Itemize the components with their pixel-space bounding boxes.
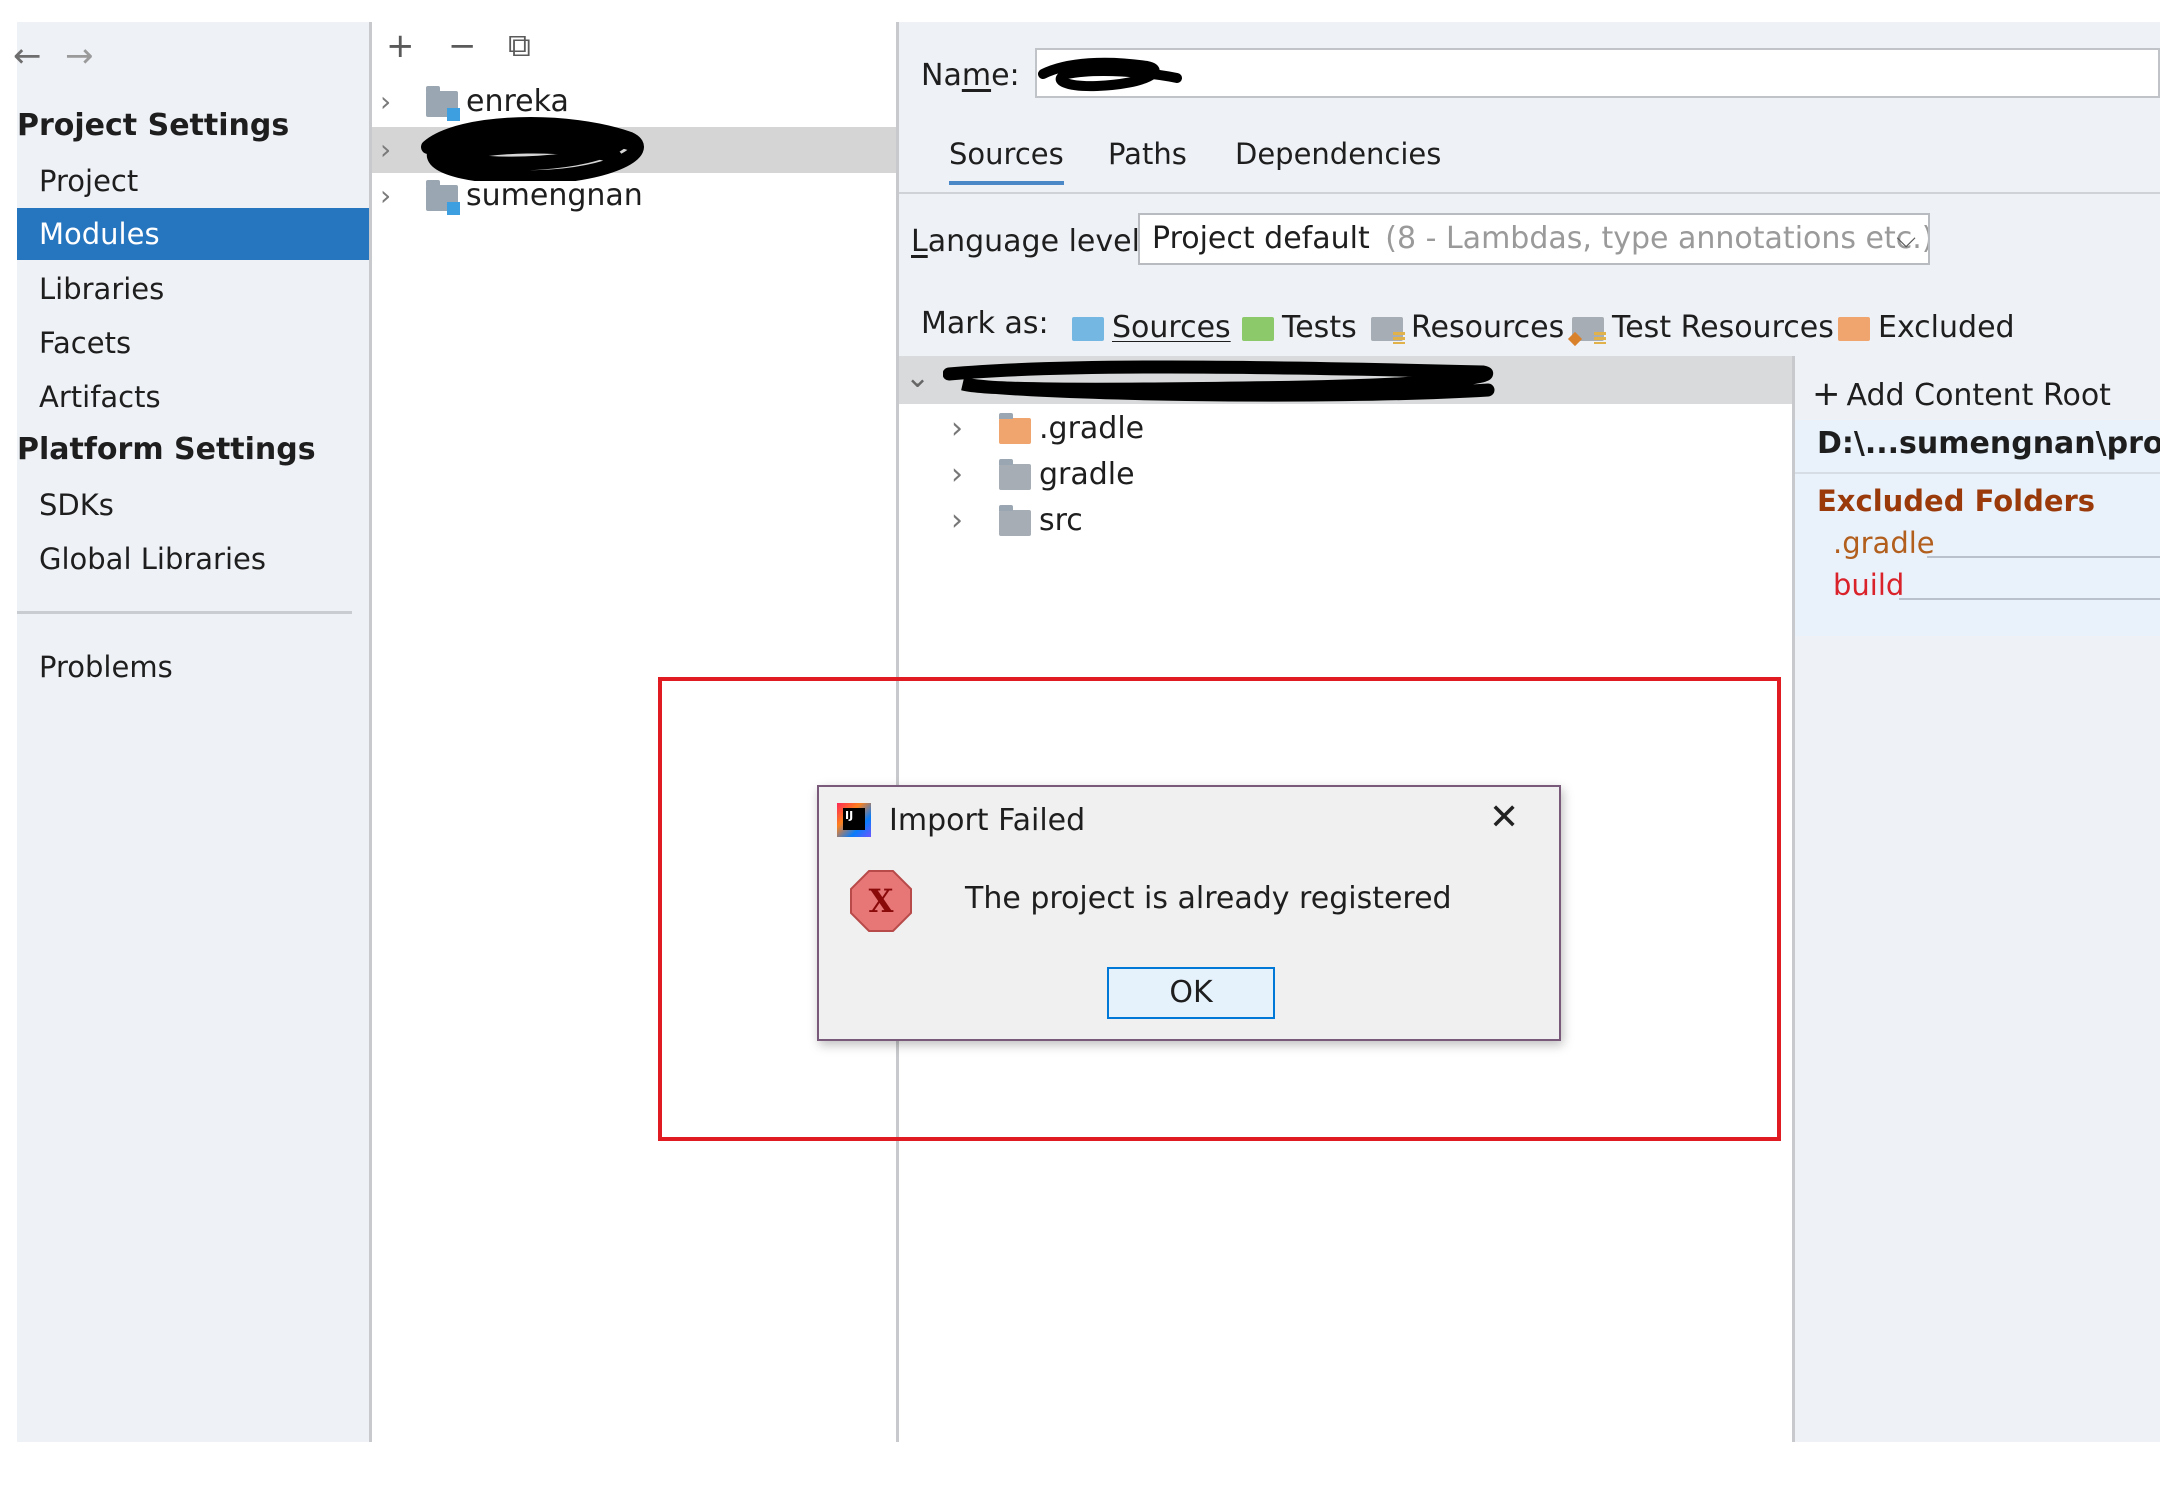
mark-as-excluded-button[interactable]: Excluded xyxy=(1838,308,2015,348)
nav-item-facets[interactable]: Facets xyxy=(17,317,369,369)
excluded-folder-build[interactable]: build xyxy=(1833,568,1904,602)
mark-as-resources-button[interactable]: Resources xyxy=(1371,308,1564,348)
excluded-folder-icon xyxy=(1838,316,1870,341)
redaction-scribble xyxy=(1038,57,1182,92)
back-arrow-icon[interactable]: ← xyxy=(13,36,42,76)
folder-icon xyxy=(999,505,1031,536)
settings-nav: ← → Project Settings Project Modules Lib… xyxy=(13,22,372,1442)
expand-chevron-icon[interactable]: › xyxy=(380,79,391,125)
module-row-redacted[interactable]: › xyxy=(372,117,896,181)
nav-item-sdks[interactable]: SDKs xyxy=(17,479,369,531)
nav-divider xyxy=(17,611,352,614)
test-resources-folder-icon xyxy=(1567,316,1606,346)
tree-label: gradle xyxy=(1039,457,1135,492)
tab-bar-divider xyxy=(899,192,2160,194)
module-folder-icon xyxy=(426,86,460,121)
excluded-folder-underline xyxy=(1899,598,2160,600)
content-root-row[interactable]: ⌄ xyxy=(899,356,1792,404)
resources-folder-icon xyxy=(1371,316,1405,344)
redaction-scribble xyxy=(943,360,1495,402)
close-icon[interactable]: ✕ xyxy=(1489,797,1519,838)
mark-as-test-resources-button[interactable]: Test Resources xyxy=(1567,308,1834,348)
tree-row-src[interactable]: › src xyxy=(899,498,1792,544)
expand-chevron-icon[interactable]: › xyxy=(380,127,391,173)
nav-item-project[interactable]: Project xyxy=(17,155,369,207)
import-failed-dialog: IJ Import Failed ✕ X The project is alre… xyxy=(817,785,1561,1041)
mark-as-sources-button[interactable]: Sources xyxy=(1072,308,1231,348)
tree-row-gradle[interactable]: › gradle xyxy=(899,452,1792,498)
project-settings-heading: Project Settings xyxy=(17,108,290,143)
mark-as-label-excluded: Excluded xyxy=(1878,310,2015,345)
add-module-icon[interactable]: + xyxy=(386,26,415,66)
tab-dependencies[interactable]: Dependencies xyxy=(1235,137,1441,181)
nav-item-problems[interactable]: Problems xyxy=(17,641,369,693)
nav-item-libraries[interactable]: Libraries xyxy=(17,263,369,315)
content-root-panel: D:\...sumengnan\produc Excluded Folders … xyxy=(1795,420,2160,636)
excluded-folder-dot-gradle[interactable]: .gradle xyxy=(1833,526,1935,560)
intellij-app-icon: IJ xyxy=(837,803,871,837)
plus-icon: + xyxy=(1812,374,1841,414)
content-root-divider xyxy=(1795,472,2160,474)
tree-row-dot-gradle[interactable]: › .gradle xyxy=(899,406,1792,452)
expand-chevron-icon[interactable]: › xyxy=(951,498,963,544)
module-label: sumengnan xyxy=(466,178,643,213)
add-content-root-button[interactable]: + Add Content Root xyxy=(1812,374,2111,414)
mark-as-tests-button[interactable]: Tests xyxy=(1242,308,1357,348)
excluded-folder-icon xyxy=(999,413,1031,444)
expand-chevron-icon[interactable]: › xyxy=(951,406,963,452)
language-level-label: Language level: xyxy=(911,224,1151,259)
copy-module-icon[interactable]: ⧉ xyxy=(508,26,531,65)
language-level-hint: (8 - Lambdas, type annotations etc.) xyxy=(1385,221,1930,256)
mark-as-label-resources: Resources xyxy=(1411,310,1565,345)
module-row-sumengnan[interactable]: › sumengnan xyxy=(372,173,896,219)
excluded-folder-underline xyxy=(1927,556,2160,558)
dialog-message: The project is already registered xyxy=(965,881,1452,916)
dialog-title: Import Failed xyxy=(889,803,1086,838)
tab-sources[interactable]: Sources xyxy=(949,137,1064,185)
mark-as-label: Mark as: xyxy=(921,306,1049,341)
remove-module-icon[interactable]: − xyxy=(448,26,477,66)
mark-as-label-sources: Sources xyxy=(1112,310,1231,345)
module-folder-icon xyxy=(426,180,460,215)
ok-button[interactable]: OK xyxy=(1107,967,1275,1019)
sources-folder-icon xyxy=(1072,316,1104,341)
mark-as-label-test-resources: Test Resources xyxy=(1612,310,1834,345)
tests-folder-icon xyxy=(1242,316,1274,341)
tree-label: src xyxy=(1039,503,1083,538)
collapse-chevron-icon[interactable]: ⌄ xyxy=(905,360,930,395)
excluded-folders-title: Excluded Folders xyxy=(1817,484,2096,518)
nav-item-global-libraries[interactable]: Global Libraries xyxy=(17,533,369,585)
tab-paths[interactable]: Paths xyxy=(1108,137,1187,181)
nav-item-modules[interactable]: Modules xyxy=(17,208,369,260)
name-label: Name: xyxy=(921,58,1020,93)
redaction-scribble xyxy=(421,117,644,181)
expand-chevron-icon[interactable]: › xyxy=(380,173,391,219)
mark-as-label-tests: Tests xyxy=(1282,310,1357,345)
content-root-path: D:\...sumengnan\produc xyxy=(1817,426,2160,461)
add-content-root-label: Add Content Root xyxy=(1846,378,2111,413)
chevron-down-icon: ⌵ xyxy=(1896,224,1916,254)
nav-item-artifacts[interactable]: Artifacts xyxy=(17,371,369,423)
error-icon: X xyxy=(849,869,913,933)
language-level-value: Project default xyxy=(1152,221,1370,256)
tree-label: .gradle xyxy=(1039,411,1145,446)
forward-arrow-icon[interactable]: → xyxy=(65,36,94,76)
expand-chevron-icon[interactable]: › xyxy=(951,452,963,498)
folder-icon xyxy=(999,459,1031,490)
language-level-select[interactable]: Project default (8 - Lambdas, type annot… xyxy=(1138,213,1930,265)
platform-settings-heading: Platform Settings xyxy=(17,432,316,467)
module-name-input[interactable] xyxy=(1035,48,2160,98)
